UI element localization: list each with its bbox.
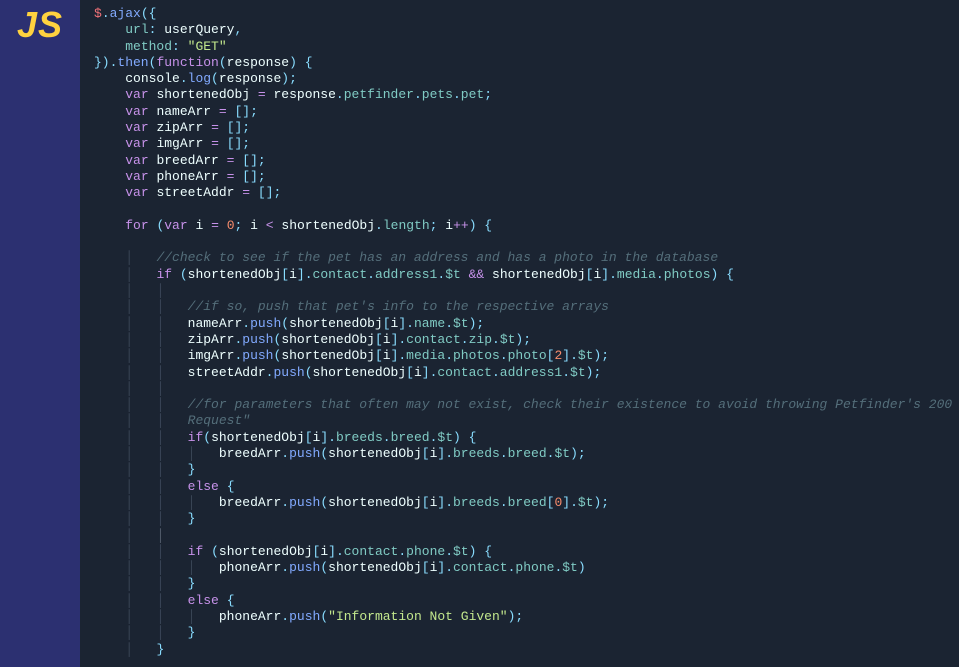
code-line[interactable]: }).then(function(response) { bbox=[94, 55, 959, 71]
code-line[interactable]: │ │ │ phoneArr.push(shortenedObj[i].cont… bbox=[94, 560, 959, 576]
code-line[interactable]: var shortenedObj = response.petfinder.pe… bbox=[94, 87, 959, 103]
code-line[interactable]: │ │ nameArr.push(shortenedObj[i].name.$t… bbox=[94, 316, 959, 332]
code-line[interactable]: │ │ Request" bbox=[94, 413, 959, 429]
language-badge: JS bbox=[0, 4, 80, 46]
code-line[interactable]: var breedArr = []; bbox=[94, 153, 959, 169]
code-line[interactable]: url: userQuery, bbox=[94, 22, 959, 38]
code-line[interactable]: var streetAddr = []; bbox=[94, 185, 959, 201]
code-line[interactable]: var nameArr = []; bbox=[94, 104, 959, 120]
code-line[interactable]: │ if (shortenedObj[i].contact.address1.$… bbox=[94, 267, 959, 283]
code-line[interactable]: │ │ if(shortenedObj[i].breeds.breed.$t) … bbox=[94, 430, 959, 446]
code-line[interactable]: │ //check to see if the pet has an addre… bbox=[94, 250, 959, 266]
code-line[interactable]: │ │ } bbox=[94, 625, 959, 641]
code-line[interactable]: for (var i = 0; i < shortenedObj.length;… bbox=[94, 218, 959, 234]
code-line[interactable]: var imgArr = []; bbox=[94, 136, 959, 152]
code-line[interactable]: │ │ else { bbox=[94, 479, 959, 495]
code-line[interactable] bbox=[94, 202, 959, 218]
code-line[interactable]: │ │ bbox=[94, 528, 959, 544]
code-line[interactable]: console.log(response); bbox=[94, 71, 959, 87]
code-line[interactable] bbox=[94, 234, 959, 250]
sidebar: JS bbox=[0, 0, 80, 667]
code-line[interactable]: $.ajax({ bbox=[94, 6, 959, 22]
code-line[interactable]: var zipArr = []; bbox=[94, 120, 959, 136]
code-line[interactable]: │ │ │ breedArr.push(shortenedObj[i].bree… bbox=[94, 495, 959, 511]
code-line[interactable]: │ │ //if so, push that pet's info to the… bbox=[94, 299, 959, 315]
code-line[interactable]: │ │ │ phoneArr.push("Information Not Giv… bbox=[94, 609, 959, 625]
code-line[interactable]: │ │ bbox=[94, 381, 959, 397]
code-line[interactable]: │ │ streetAddr.push(shortenedObj[i].cont… bbox=[94, 365, 959, 381]
code-line[interactable]: │ │ bbox=[94, 283, 959, 299]
code-line[interactable]: │ │ │ breedArr.push(shortenedObj[i].bree… bbox=[94, 446, 959, 462]
code-line[interactable]: │ │ if (shortenedObj[i].contact.phone.$t… bbox=[94, 544, 959, 560]
code-line[interactable]: │ │ zipArr.push(shortenedObj[i].contact.… bbox=[94, 332, 959, 348]
code-line[interactable]: │ │ imgArr.push(shortenedObj[i].media.ph… bbox=[94, 348, 959, 364]
code-line[interactable]: │ │ } bbox=[94, 511, 959, 527]
code-line[interactable]: │ } bbox=[94, 642, 959, 658]
code-line[interactable]: │ │ else { bbox=[94, 593, 959, 609]
code-line[interactable]: var phoneArr = []; bbox=[94, 169, 959, 185]
code-line[interactable]: │ │ //for parameters that often may not … bbox=[94, 397, 959, 413]
code-line[interactable]: │ │ } bbox=[94, 576, 959, 592]
code-editor[interactable]: $.ajax({ url: userQuery, method: "GET"})… bbox=[80, 0, 959, 667]
code-line[interactable]: method: "GET" bbox=[94, 39, 959, 55]
code-line[interactable]: │ │ } bbox=[94, 462, 959, 478]
